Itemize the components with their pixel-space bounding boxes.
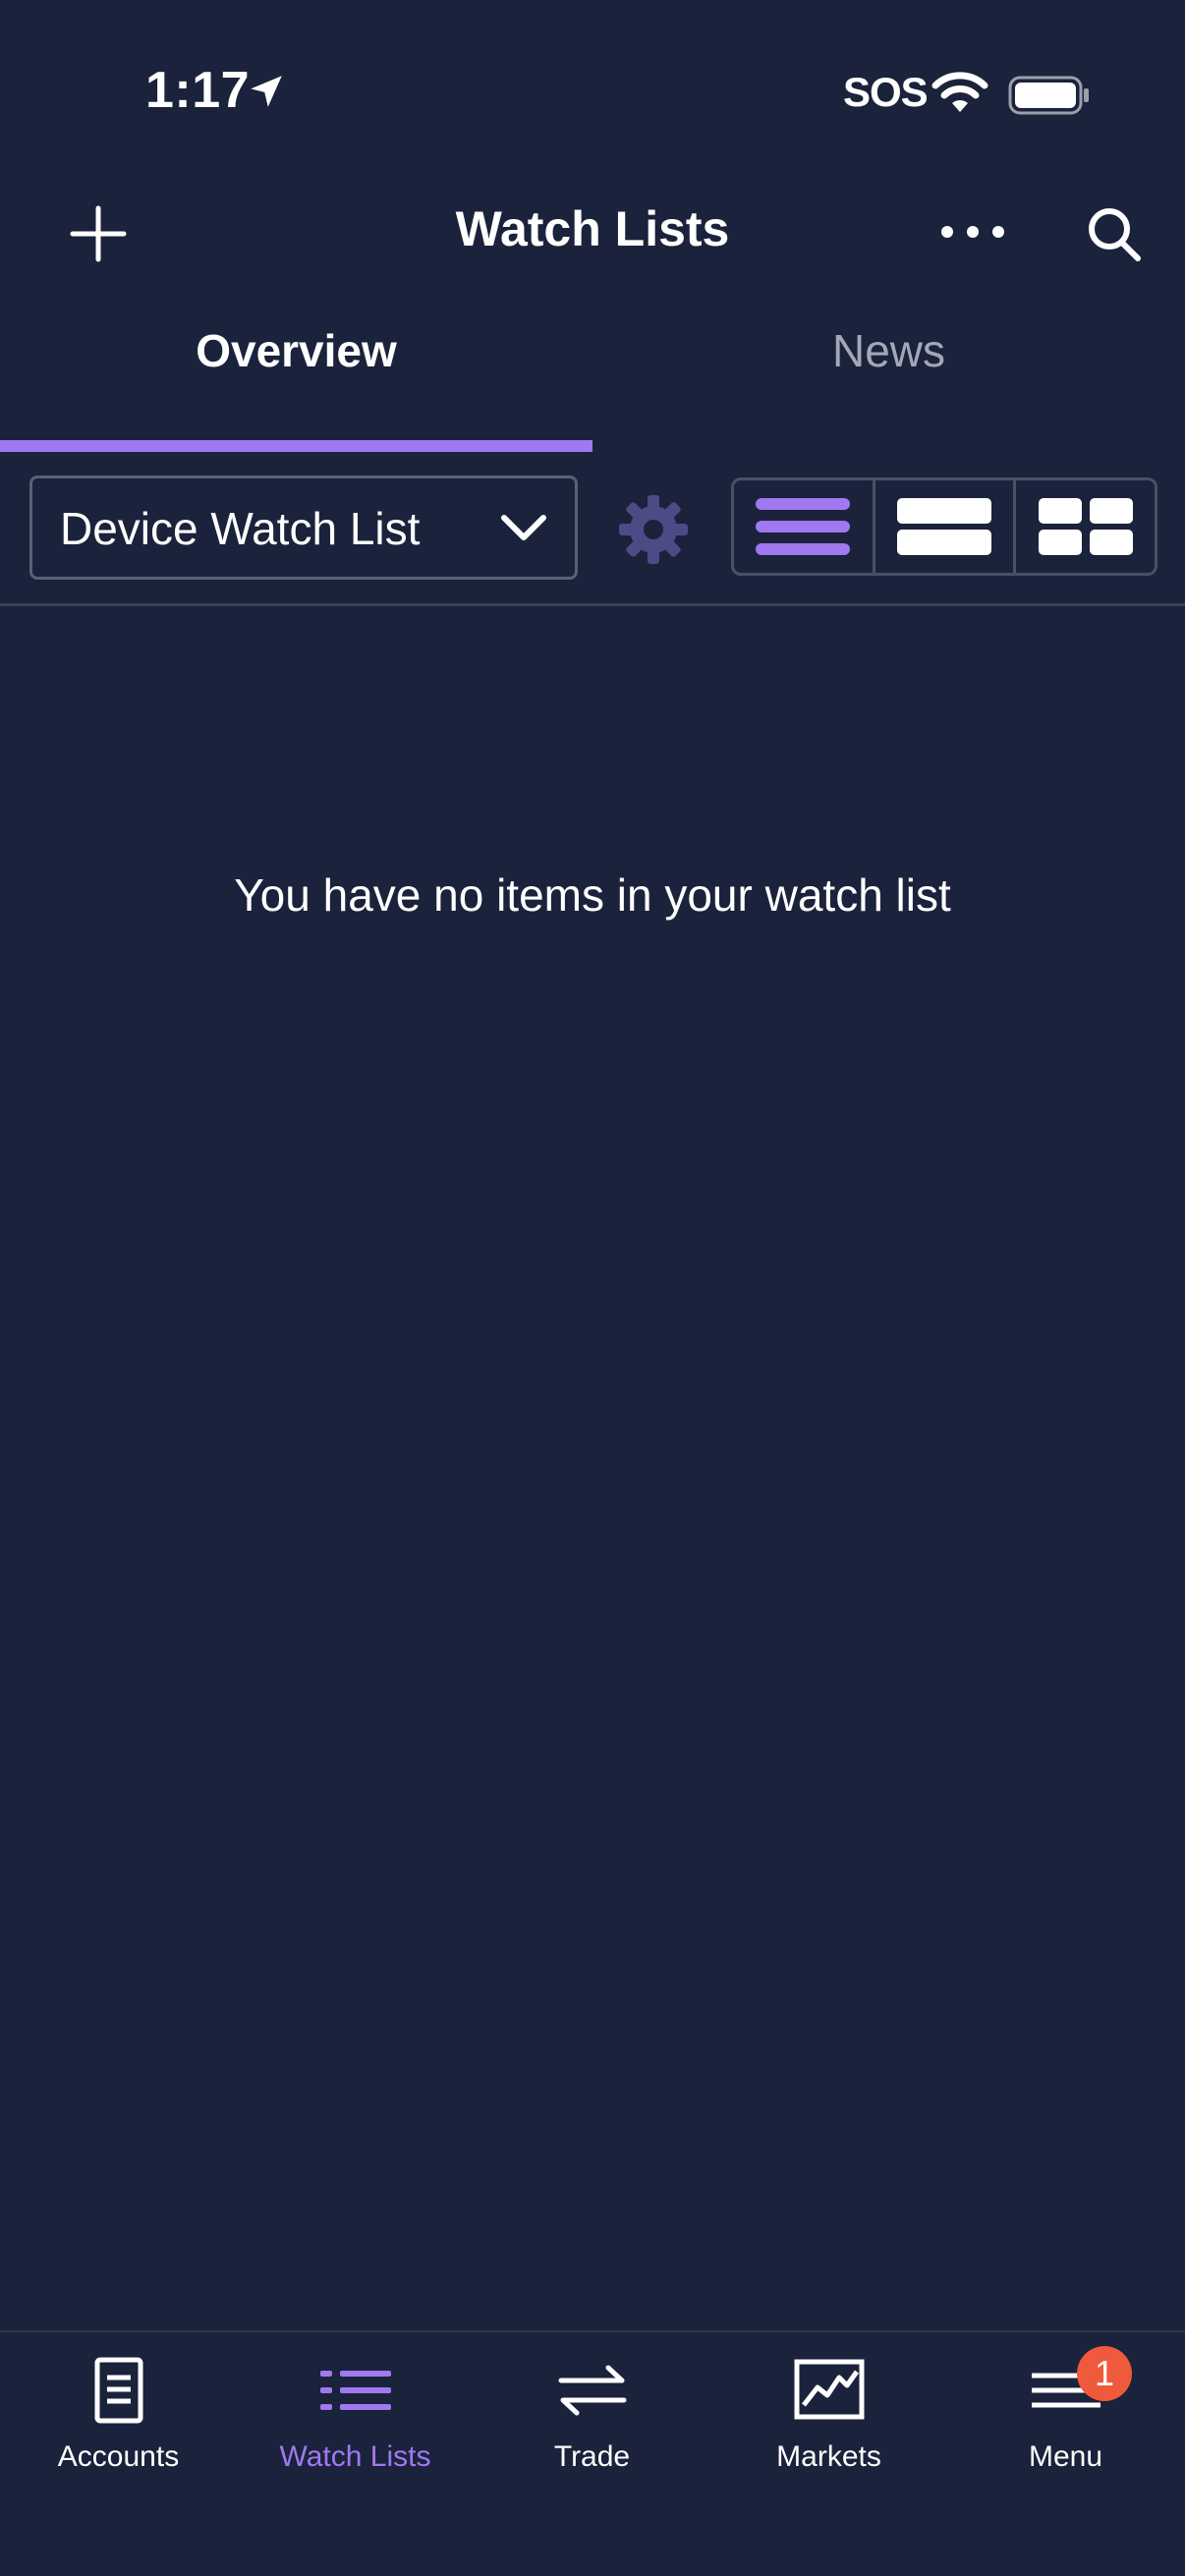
chart-icon [794,2359,864,2420]
more-options-icon[interactable] [933,212,1012,252]
nav-trade-label: Trade [553,2440,631,2473]
document-icon [94,2357,142,2424]
toolbar-divider [0,603,1185,606]
menu-notification-badge: 1 [1077,2346,1132,2401]
tab-news[interactable]: News [592,324,1185,377]
nav-trade[interactable]: Trade [474,2346,710,2493]
wifi-icon [931,72,988,112]
nav-accounts-label: Accounts [57,2440,180,2473]
large-list-icon [897,498,991,555]
view-list-compact-button[interactable] [734,480,875,573]
nav-accounts[interactable]: Accounts [0,2346,237,2493]
view-list-large-button[interactable] [875,480,1017,573]
nav-markets-label: Markets [776,2440,881,2473]
nav-menu-label: Menu [1028,2440,1103,2473]
tab-overview[interactable]: Overview [0,324,592,377]
view-mode-toggle-group [731,477,1157,576]
nav-markets[interactable]: Markets [710,2346,947,2493]
grid-icon [1038,498,1133,555]
battery-icon [1008,76,1089,115]
nav-menu[interactable]: 1 Menu [947,2346,1184,2493]
list-icon [319,2371,391,2410]
chevron-down-icon [501,515,546,540]
watch-list-select-value: Device Watch List [60,503,421,554]
search-icon[interactable] [1085,202,1144,265]
bottom-nav-divider [0,2330,1185,2332]
status-time: 1:17 [145,62,251,119]
swap-arrows-icon [558,2365,626,2416]
compact-list-icon [756,498,851,555]
status-carrier: SOS [843,69,929,115]
nav-watch-lists-label: Watch Lists [279,2440,431,2473]
watch-list-select[interactable]: Device Watch List [29,476,578,580]
active-tab-indicator [0,440,592,452]
settings-gear-icon[interactable] [615,491,692,568]
view-grid-button[interactable] [1016,480,1155,573]
empty-state-message: You have no items in your watch list [234,869,951,921]
nav-watch-lists[interactable]: Watch Lists [237,2346,474,2493]
location-arrow-icon [251,76,282,107]
